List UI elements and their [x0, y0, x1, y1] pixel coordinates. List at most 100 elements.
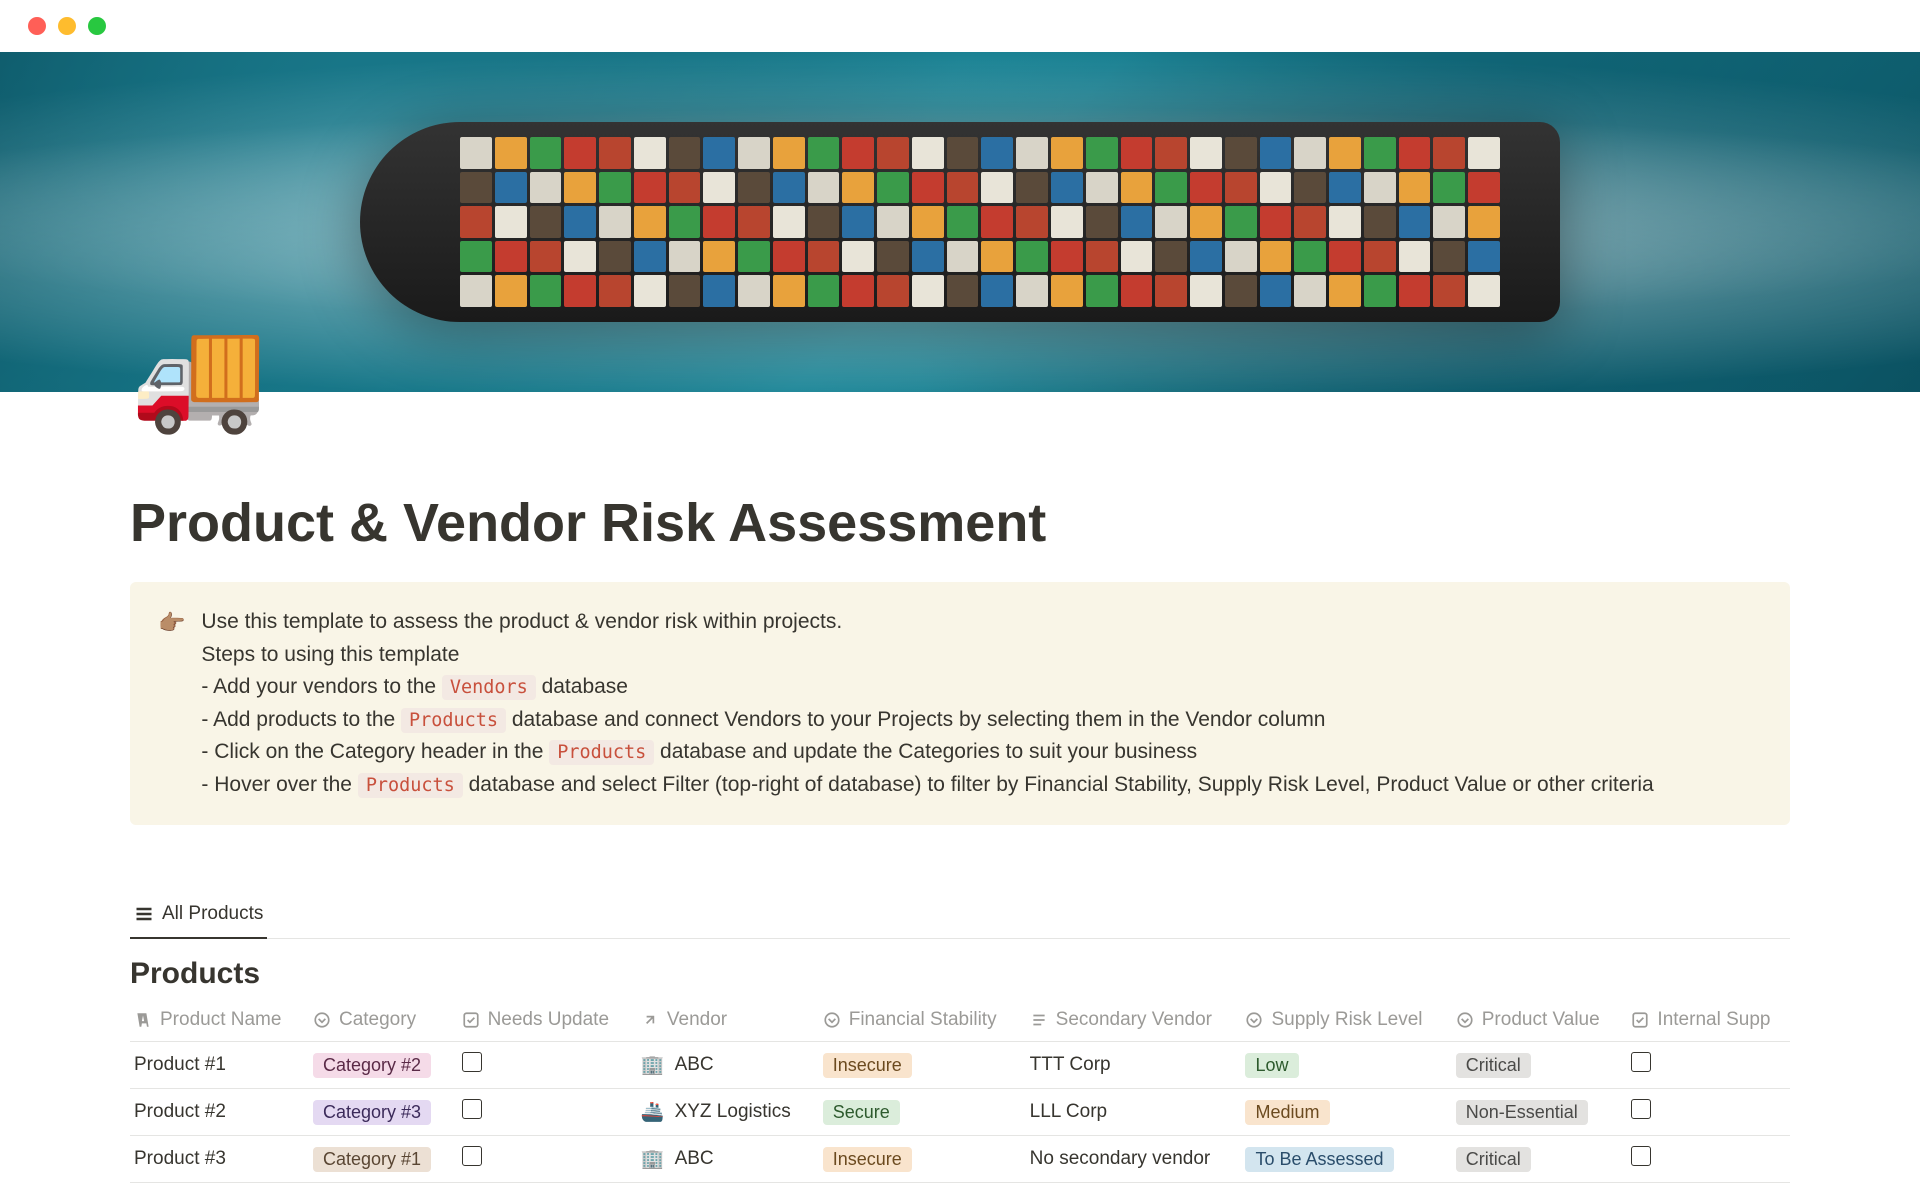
close-window-button[interactable] [28, 17, 46, 35]
cell-vendor[interactable]: 🏢 ABC [629, 1136, 811, 1183]
cell-needs-update[interactable] [450, 1136, 629, 1183]
table-row[interactable]: Product #3 Category #1 🏢 ABC Insecure No seco… [130, 1136, 1790, 1183]
category-tag: Category #3 [313, 1100, 431, 1125]
callout-intro: Use this template to assess the product … [201, 606, 1653, 639]
product-name: Product #3 [134, 1148, 226, 1169]
select-icon [823, 1011, 841, 1029]
select-icon [313, 1011, 331, 1029]
cell-product-name[interactable]: Product #2 [130, 1089, 301, 1136]
table-row[interactable]: Product #2 Category #3 🚢XYZ Logistics Secur… [130, 1089, 1790, 1136]
checkbox-icon [462, 1011, 480, 1029]
col-label: Category [339, 1009, 416, 1031]
cell-fin-stability[interactable]: Insecure [811, 1042, 1018, 1089]
cell-product-name[interactable]: Product #1 [130, 1042, 301, 1089]
text: database [536, 675, 628, 698]
cell-vendor[interactable]: 🏢ABC [629, 1042, 811, 1089]
relation-icon [641, 1011, 659, 1029]
cell-vendor[interactable]: 🚢XYZ Logistics [629, 1089, 811, 1136]
code-products: Products [549, 740, 654, 765]
database-title[interactable]: Products [130, 957, 1790, 991]
cell-supply-risk[interactable]: To Be Assessed [1233, 1136, 1443, 1183]
vendor-link[interactable]: 🏢 ABC [641, 1147, 799, 1171]
text: - Add products to the [201, 708, 401, 731]
cell-product-value[interactable]: Non-Essential [1444, 1089, 1620, 1136]
cell-product-name[interactable]: Product #3 [130, 1136, 301, 1183]
needs-update-checkbox[interactable] [462, 1099, 482, 1119]
col-label: Secondary Vendor [1056, 1009, 1212, 1031]
cell-internal-supp[interactable] [1619, 1042, 1790, 1089]
select-icon [1245, 1011, 1263, 1029]
table-icon [134, 904, 154, 924]
cell-secondary-vendor[interactable]: No secondary vendor [1018, 1136, 1234, 1183]
vendor-link[interactable]: 🏢ABC [641, 1053, 799, 1077]
col-secondary-vendor[interactable]: Secondary Vendor [1018, 999, 1234, 1042]
cell-needs-update[interactable] [450, 1042, 629, 1089]
table-row[interactable]: Product #1Category #2 🏢ABC InsecureTTT Cor… [130, 1042, 1790, 1089]
needs-update-checkbox[interactable] [462, 1146, 482, 1166]
vendor-link[interactable]: 🚢XYZ Logistics [641, 1100, 799, 1124]
cell-category[interactable]: Category #3 [301, 1089, 450, 1136]
internal-supp-checkbox[interactable] [1631, 1146, 1651, 1166]
cell-fin-stability[interactable]: Secure [811, 1089, 1018, 1136]
database-table-wrap: Product Name Category Needs Update Vendo… [130, 999, 1790, 1183]
callout-step-2: - Add products to the Products database … [201, 704, 1653, 737]
maximize-window-button[interactable] [88, 17, 106, 35]
internal-supp-checkbox[interactable] [1631, 1099, 1651, 1119]
cell-category[interactable]: Category #2 [301, 1042, 450, 1089]
callout-steps-heading: Steps to using this template [201, 639, 1653, 672]
cell-fin-stability[interactable]: Insecure [811, 1136, 1018, 1183]
cell-internal-supp[interactable] [1619, 1136, 1790, 1183]
code-vendors: Vendors [442, 675, 536, 700]
col-label: Product Value [1482, 1009, 1600, 1031]
callout-block[interactable]: 👉🏽 Use this template to assess the produ… [130, 582, 1790, 825]
secondary-vendor-text: No secondary vendor [1030, 1148, 1211, 1169]
cover-image[interactable] [0, 52, 1920, 392]
tab-label: All Products [162, 903, 263, 925]
col-supply-risk[interactable]: Supply Risk Level [1233, 999, 1443, 1042]
cell-secondary-vendor[interactable]: TTT Corp [1018, 1042, 1234, 1089]
page-content: Product & Vendor Risk Assessment 👉🏽 Use … [0, 492, 1920, 1183]
cell-product-value[interactable]: Critical [1444, 1042, 1620, 1089]
col-financial-stability[interactable]: Financial Stability [811, 999, 1018, 1042]
cell-supply-risk[interactable]: Low [1233, 1042, 1443, 1089]
col-category[interactable]: Category [301, 999, 450, 1042]
checkbox-icon [1631, 1011, 1649, 1029]
product-value-tag: Non-Essential [1456, 1100, 1588, 1125]
callout-icon: 👉🏽 [158, 606, 185, 801]
cell-needs-update[interactable] [450, 1089, 629, 1136]
product-value-tag: Critical [1456, 1053, 1531, 1078]
fin-stability-tag: Insecure [823, 1147, 912, 1172]
tab-all-products[interactable]: All Products [130, 893, 267, 939]
text-icon [1030, 1011, 1048, 1029]
internal-supp-checkbox[interactable] [1631, 1052, 1651, 1072]
vendor-icon: 🏢 [641, 1147, 665, 1171]
needs-update-checkbox[interactable] [462, 1052, 482, 1072]
col-vendor[interactable]: Vendor [629, 999, 811, 1042]
vendor-label: ABC [675, 1148, 714, 1170]
col-product-value[interactable]: Product Value [1444, 999, 1620, 1042]
cell-secondary-vendor[interactable]: LLL Corp [1018, 1089, 1234, 1136]
callout-step-1: - Add your vendors to the Vendors databa… [201, 671, 1653, 704]
page-title[interactable]: Product & Vendor Risk Assessment [130, 492, 1790, 554]
col-needs-update[interactable]: Needs Update [450, 999, 629, 1042]
product-name: Product #2 [134, 1101, 226, 1122]
cell-product-value[interactable]: Critical [1444, 1136, 1620, 1183]
cell-internal-supp[interactable] [1619, 1089, 1790, 1136]
cell-supply-risk[interactable]: Medium [1233, 1089, 1443, 1136]
callout-step-3: - Click on the Category header in the Pr… [201, 736, 1653, 769]
text: database and select Filter (top-right of… [463, 773, 1654, 796]
col-internal-supp[interactable]: Internal Supp [1619, 999, 1790, 1042]
supply-risk-tag: Medium [1245, 1100, 1329, 1125]
callout-body: Use this template to assess the product … [201, 606, 1653, 801]
code-products: Products [401, 708, 506, 733]
col-product-name[interactable]: Product Name [130, 999, 301, 1042]
window-chrome [0, 0, 1920, 52]
text: - Hover over the [201, 773, 357, 796]
col-label: Financial Stability [849, 1009, 997, 1031]
category-tag: Category #1 [313, 1147, 431, 1172]
cell-category[interactable]: Category #1 [301, 1136, 450, 1183]
minimize-window-button[interactable] [58, 17, 76, 35]
page-icon[interactable]: 🚚 [130, 310, 267, 439]
ship-illustration [360, 122, 1560, 322]
col-label: Internal Supp [1657, 1009, 1770, 1031]
